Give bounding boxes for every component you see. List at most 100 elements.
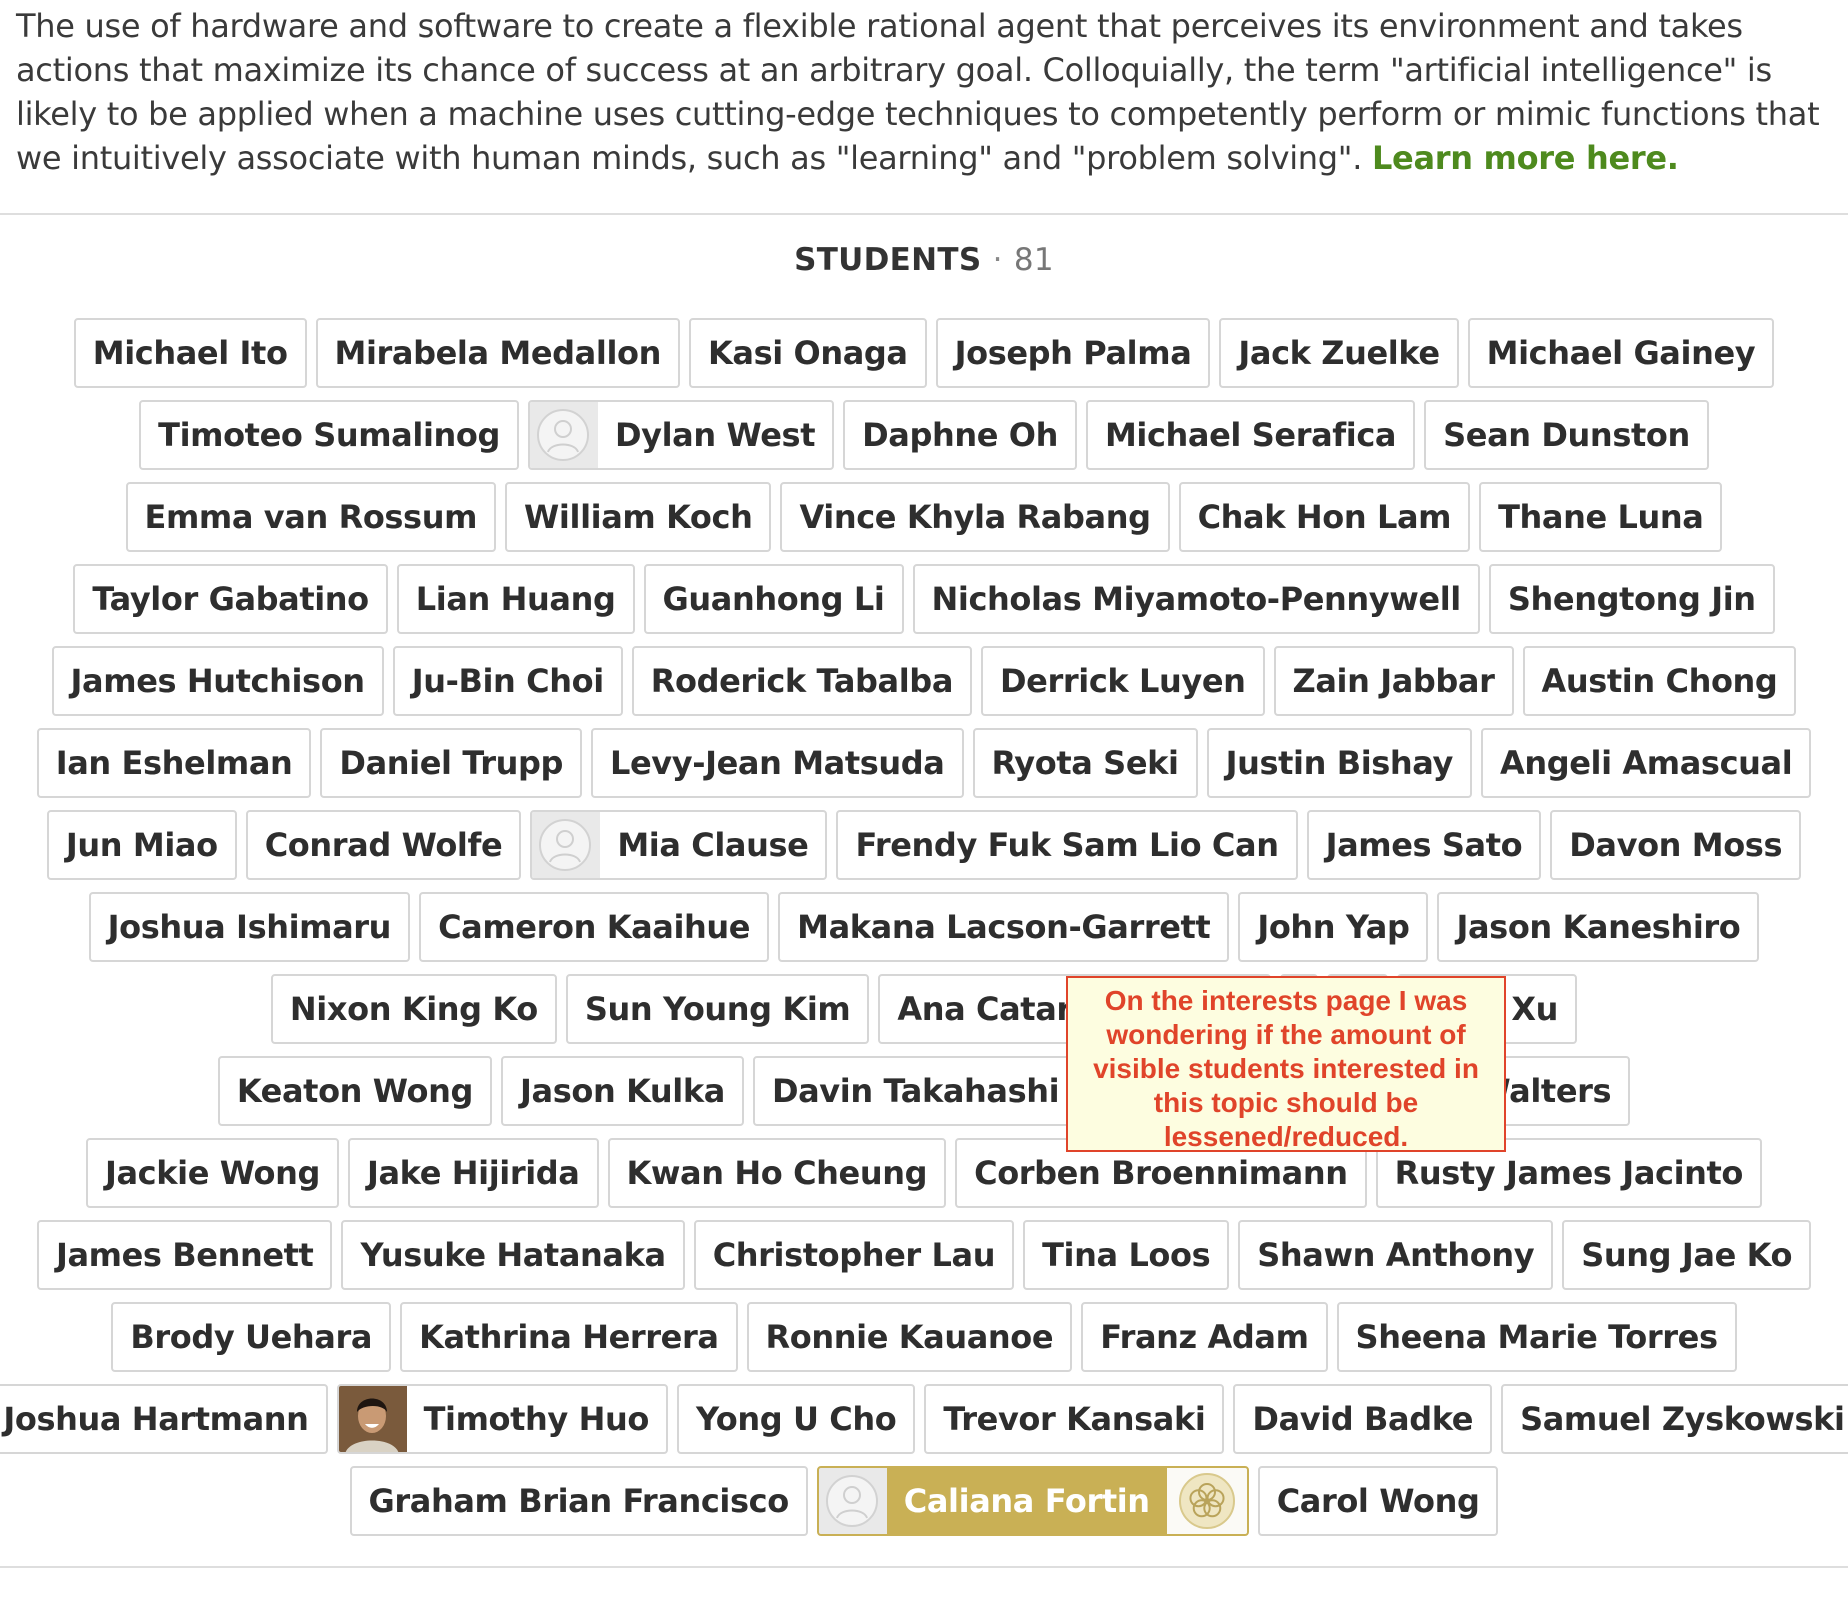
student-chip[interactable]: Angeli Amascual: [1480, 728, 1812, 798]
student-chip[interactable]: Yong U Cho: [676, 1384, 916, 1454]
student-chip[interactable]: Daniel Trupp: [320, 728, 583, 798]
student-chip[interactable]: Shengtong Jin: [1488, 564, 1775, 634]
student-chip[interactable]: Keaton Wong: [217, 1056, 493, 1126]
student-chip[interactable]: Vince Khyla Rabang: [780, 482, 1170, 552]
student-chip[interactable]: Sung Jae Ko: [1562, 1220, 1812, 1290]
student-chip[interactable]: Joshua Ishimaru: [88, 892, 411, 962]
student-chip[interactable]: Kathrina Herrera: [400, 1302, 738, 1372]
student-name: Joseph Palma: [954, 334, 1192, 372]
student-chip[interactable]: Jason Kaneshiro: [1437, 892, 1760, 962]
student-chip-row: James Hutchison Ju-Bin Choi Roderick Tabal…: [0, 646, 1848, 728]
student-chip[interactable]: Timoteo Sumalinog: [139, 400, 519, 470]
student-chip[interactable]: Michael Gainey: [1467, 318, 1775, 388]
student-chip[interactable]: Graham Brian Francisco: [349, 1466, 808, 1536]
student-chip[interactable]: Sean Dunston: [1424, 400, 1709, 470]
student-chip[interactable]: Chak Hon Lam: [1178, 482, 1471, 552]
student-name: Levy-Jean Matsuda: [610, 744, 945, 782]
student-chip[interactable]: Davon Moss: [1550, 810, 1802, 880]
student-chip[interactable]: Trevor Kansaki: [924, 1384, 1225, 1454]
student-name: Kasi Onaga: [707, 334, 908, 372]
student-chip[interactable]: Conrad Wolfe: [245, 810, 522, 880]
student-chip[interactable]: Shawn Anthony: [1238, 1220, 1554, 1290]
student-chip[interactable]: Carol Wong: [1257, 1466, 1499, 1536]
student-name: Joshua Ishimaru: [107, 908, 392, 946]
student-name: Yong U Cho: [695, 1400, 897, 1438]
student-chip[interactable]: Samuel Zyskowski: [1501, 1384, 1848, 1454]
student-chip[interactable]: Mirabela Medallon: [315, 318, 680, 388]
student-chip[interactable]: Michael Ito: [73, 318, 307, 388]
student-name: Chak Hon Lam: [1197, 498, 1452, 536]
student-chip[interactable]: Sheena Marie Torres: [1336, 1302, 1737, 1372]
student-chip[interactable]: Yusuke Hatanaka: [341, 1220, 685, 1290]
student-name: Daniel Trupp: [339, 744, 564, 782]
student-chip[interactable]: Daphne Oh: [843, 400, 1077, 470]
student-chip[interactable]: Makana Lacson-Garrett: [778, 892, 1230, 962]
student-name: Franz Adam: [1100, 1318, 1309, 1356]
student-chip[interactable]: Frendy Fuk Sam Lio Can: [836, 810, 1298, 880]
student-chip[interactable]: Derrick Luyen: [981, 646, 1265, 716]
default-avatar-icon: [532, 812, 601, 878]
student-chip[interactable]: Joseph Palma: [935, 318, 1211, 388]
student-chip[interactable]: James Sato: [1306, 810, 1542, 880]
student-chip[interactable]: Austin Chong: [1522, 646, 1797, 716]
student-chip[interactable]: Michael Serafica: [1085, 400, 1416, 470]
student-chip[interactable]: Emma van Rossum: [125, 482, 497, 552]
student-chip[interactable]: Ju-Bin Choi: [392, 646, 623, 716]
student-chip[interactable]: Levy-Jean Matsuda: [591, 728, 964, 798]
student-chip[interactable]: Lian Huang: [396, 564, 635, 634]
student-chip[interactable]: Jack Zuelke: [1219, 318, 1459, 388]
student-chip[interactable]: John Yap: [1238, 892, 1429, 962]
student-chip[interactable]: Jake Hijirida: [347, 1138, 599, 1208]
student-chip[interactable]: Ian Eshelman: [36, 728, 312, 798]
student-chip[interactable]: Taylor Gabatino: [73, 564, 388, 634]
student-chip[interactable]: Joshua Hartmann: [0, 1384, 328, 1454]
student-name: Corben Broennimann: [974, 1154, 1348, 1192]
student-name: Jun Miao: [65, 826, 218, 864]
student-chip[interactable]: Guanhong Li: [643, 564, 904, 634]
student-chip[interactable]: James Bennett: [36, 1220, 333, 1290]
default-avatar-icon: [529, 402, 598, 468]
student-chip[interactable]: Zain Jabbar: [1273, 646, 1514, 716]
student-chip[interactable]: Thane Luna: [1479, 482, 1723, 552]
student-chip-list: Michael Ito Mirabela Medallon Kasi Onaga Jo…: [0, 318, 1848, 1548]
student-chip[interactable]: Ronnie Kauanoe: [746, 1302, 1073, 1372]
student-chip[interactable]: Mia Clause: [530, 810, 828, 880]
student-chip[interactable]: Roderick Tabalba: [631, 646, 973, 716]
student-chip-row: Keaton WongJason KulkaDavin TakahashiDer…: [0, 1056, 1848, 1138]
student-chip[interactable]: Caliana Fortin: [816, 1466, 1249, 1536]
student-chip[interactable]: Nicholas Miyamoto-Pennywell: [912, 564, 1480, 634]
student-name: Sheena Marie Torres: [1355, 1318, 1718, 1356]
student-chip[interactable]: Sun Young Kim: [565, 974, 870, 1044]
student-name: Roderick Tabalba: [650, 662, 954, 700]
student-chip[interactable]: Jun Miao: [46, 810, 237, 880]
student-chip[interactable]: Timothy Huo: [336, 1384, 668, 1454]
student-chip[interactable]: Christopher Lau: [693, 1220, 1015, 1290]
student-chip-row: Joshua Hartmann Timothy Huo Yong U Cho Trev…: [0, 1384, 1848, 1466]
student-chip[interactable]: Brody Uehara: [111, 1302, 392, 1372]
student-chip[interactable]: Franz Adam: [1081, 1302, 1328, 1372]
student-chip[interactable]: Jason Kulka: [501, 1056, 744, 1126]
student-chip[interactable]: Cameron Kaaihue: [419, 892, 770, 962]
student-chip[interactable]: David Badke: [1233, 1384, 1493, 1454]
student-chip-row: Graham Brian Francisco Caliana Fortin Caro…: [0, 1466, 1848, 1548]
student-chip[interactable]: Kasi Onaga: [688, 318, 927, 388]
student-name: Taylor Gabatino: [92, 580, 369, 618]
student-chip[interactable]: Ryota Seki: [972, 728, 1198, 798]
student-name: Ian Eshelman: [55, 744, 293, 782]
student-name: Samuel Zyskowski: [1520, 1400, 1845, 1438]
student-name: Jack Zuelke: [1238, 334, 1440, 372]
student-chip[interactable]: William Koch: [505, 482, 772, 552]
student-name: Thane Luna: [1498, 498, 1704, 536]
student-chip[interactable]: Tina Loos: [1023, 1220, 1230, 1290]
student-name: William Koch: [524, 498, 753, 536]
student-chip[interactable]: Davin Takahashi: [752, 1056, 1079, 1126]
learn-more-link[interactable]: Learn more here.: [1372, 139, 1679, 177]
student-chip[interactable]: Jackie Wong: [85, 1138, 339, 1208]
student-chip[interactable]: Nixon King Ko: [270, 974, 557, 1044]
student-chip[interactable]: James Hutchison: [51, 646, 384, 716]
student-chip[interactable]: Dylan West: [527, 400, 835, 470]
student-name: Jackie Wong: [104, 1154, 320, 1192]
student-chip[interactable]: Kwan Ho Cheung: [607, 1138, 947, 1208]
student-chip[interactable]: Justin Bishay: [1206, 728, 1472, 798]
student-name: James Hutchison: [70, 662, 366, 700]
